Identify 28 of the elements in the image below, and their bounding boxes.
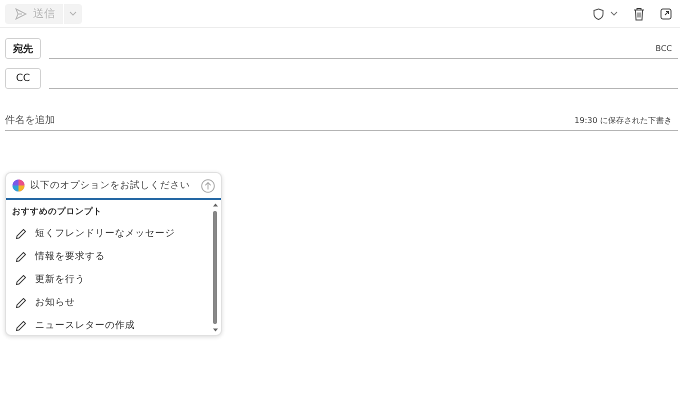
subject-field[interactable]: 件名を追加 <box>5 114 574 126</box>
pop-out-icon[interactable] <box>660 8 672 20</box>
scrollbar-thumb[interactable] <box>213 211 217 324</box>
pencil-icon <box>15 296 27 308</box>
cc-button[interactable]: CC <box>5 68 41 89</box>
bcc-button[interactable]: BCC <box>655 44 678 52</box>
draft-saved-text: 19:30 に保存された下書き <box>574 114 673 126</box>
to-field[interactable]: BCC <box>49 38 678 59</box>
prompt-item[interactable]: お知らせ <box>6 291 211 314</box>
prompt-field[interactable]: 以下のオプションをお試しください <box>30 180 196 191</box>
section-heading: おすすめのプロンプト <box>11 206 103 219</box>
pencil-icon <box>15 250 27 262</box>
prompt-item[interactable]: ニュースレターの作成 <box>6 314 211 335</box>
scroll-down-icon[interactable] <box>212 328 218 332</box>
prompt-item[interactable]: 短くフレンドリーなメッセージ <box>6 222 211 245</box>
prompt-item[interactable]: 更新を行う <box>6 268 211 291</box>
copilot-icon <box>12 179 25 192</box>
pencil-icon <box>15 320 27 332</box>
pencil-icon <box>15 274 27 286</box>
chevron-down-icon[interactable] <box>610 10 618 16</box>
send-icon <box>15 8 27 20</box>
delete-icon[interactable] <box>633 6 645 20</box>
scroll-up-icon[interactable] <box>212 203 218 207</box>
prompt-item[interactable]: 情報を要求する <box>6 245 211 268</box>
chevron-down-icon <box>69 10 77 16</box>
pencil-icon <box>15 228 27 240</box>
shield-icon[interactable] <box>593 8 604 20</box>
to-button[interactable]: 宛先 <box>5 38 41 59</box>
